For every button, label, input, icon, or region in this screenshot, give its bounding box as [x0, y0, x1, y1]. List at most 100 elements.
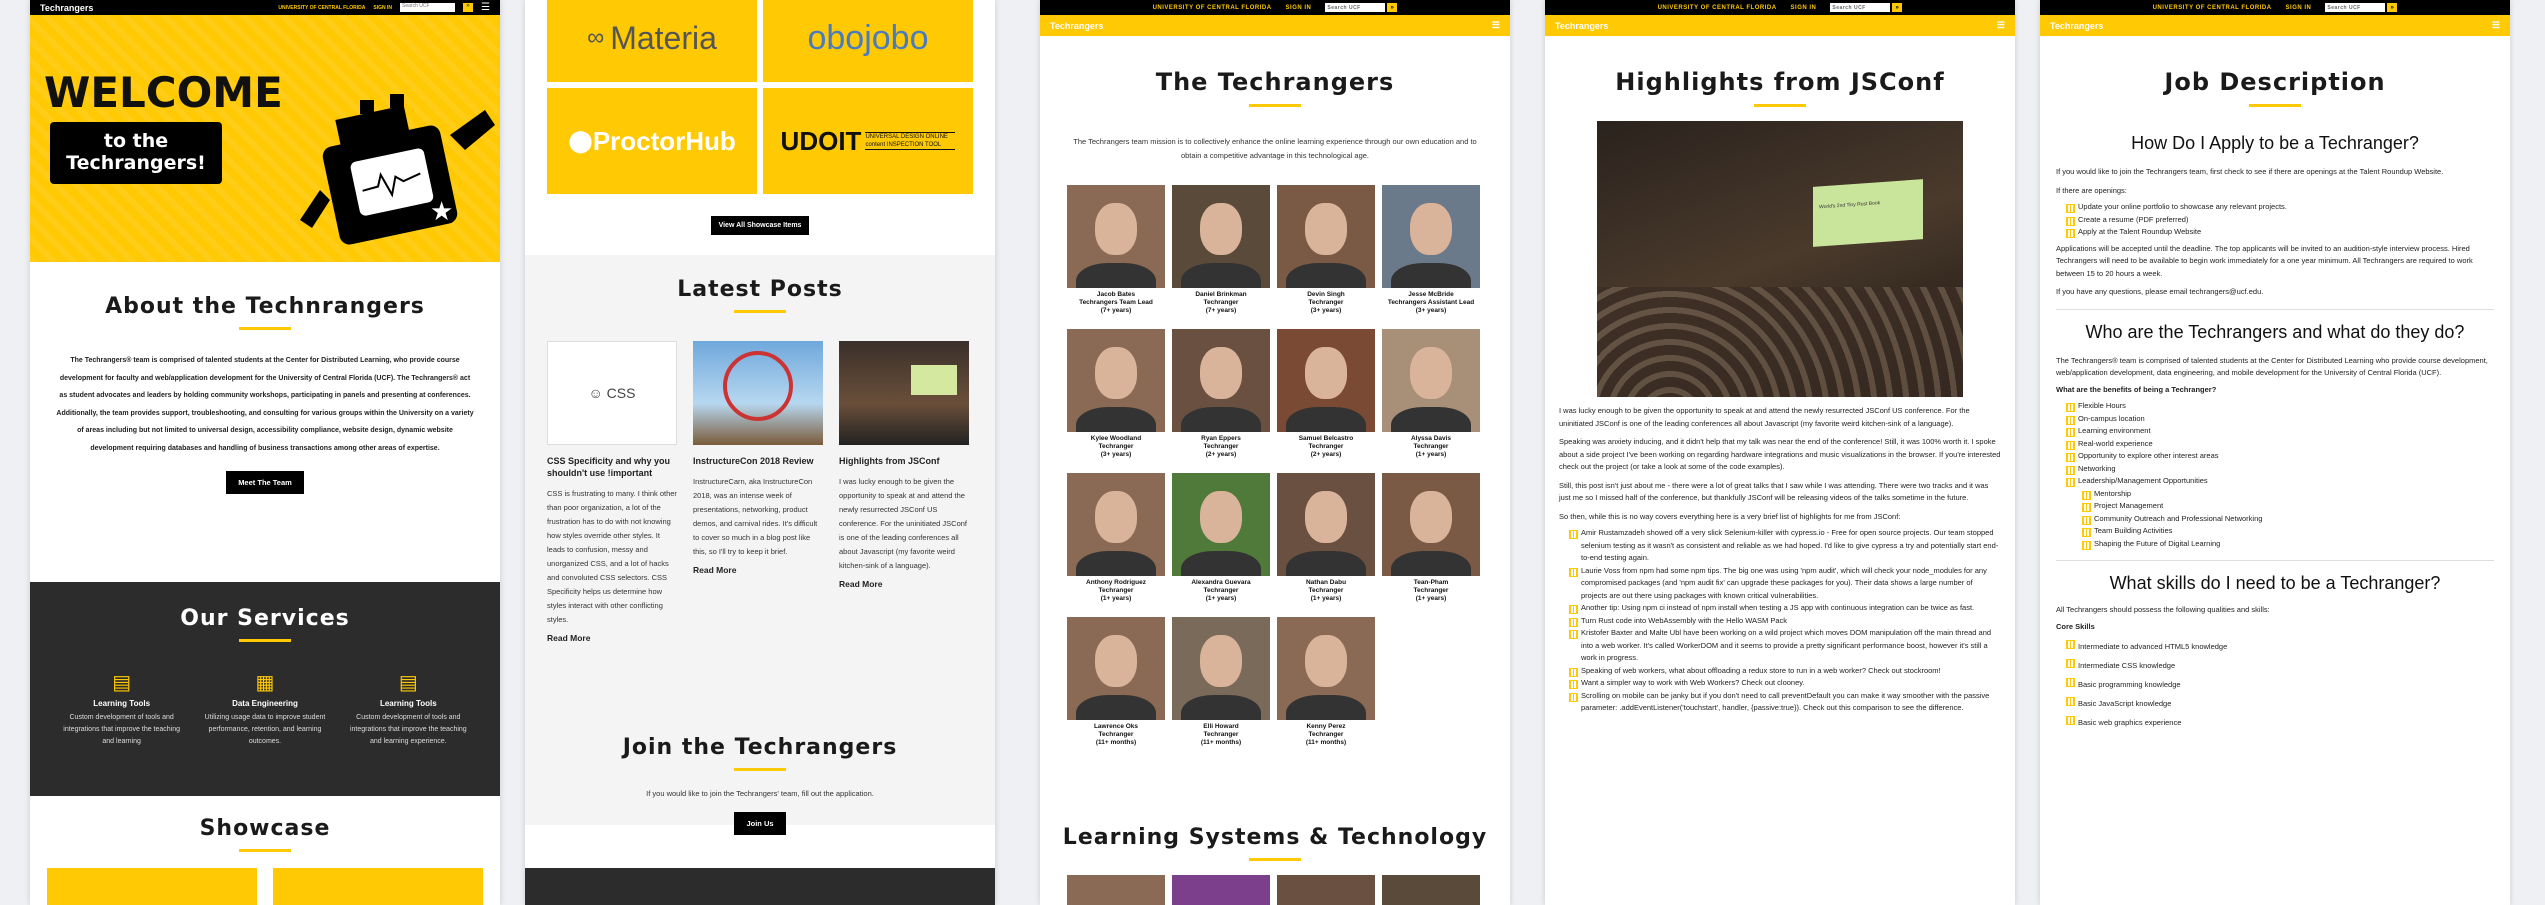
who-title: Who are the Techrangers and what do they… — [2085, 321, 2465, 342]
showcase-tile-obojobo[interactable]: obojobo — [763, 0, 973, 82]
post-title[interactable]: CSS Specificity and why you shouldn't us… — [547, 455, 677, 479]
read-more-link[interactable]: Read More — [547, 633, 677, 643]
skills-text: All Techrangers should possess the follo… — [2056, 605, 2270, 614]
search-input[interactable]: Search UCF — [400, 3, 456, 12]
sign-in-link[interactable]: SIGN IN — [1286, 5, 1312, 11]
openings-item: Create a resume (PDF preferred) — [2056, 214, 2494, 227]
team-member-card: Daniel Brinkman Techranger (7+ years) — [1172, 185, 1270, 315]
welcome-heading: WELCOME — [44, 68, 283, 117]
benefit-item: On-campus location — [2056, 413, 2494, 426]
search-button[interactable]: » — [463, 3, 474, 12]
ucf-logo[interactable]: UNIVERSITY OF CENTRAL FLORIDA — [1658, 5, 1777, 11]
team-member-photo — [1067, 473, 1165, 576]
team-member-role: Techranger — [1098, 731, 1134, 738]
team-member-card: Elli Howard Techranger (11+ months) — [1172, 617, 1270, 747]
openings-item[interactable]: Apply at the Talent Roundup Website — [2056, 226, 2494, 239]
title-underline — [1249, 104, 1301, 107]
sign-in-link[interactable]: SIGN IN — [373, 5, 392, 11]
sub-benefit-item: Community Outreach and Professional Netw… — [2072, 513, 2494, 526]
team-member-role: Techranger — [1413, 587, 1449, 594]
view-showcase-button[interactable]: View All Showcase Items — [710, 216, 810, 235]
core-skills-label: Core Skills — [2056, 621, 2095, 631]
team-member-role: Techranger — [1203, 731, 1239, 738]
join-title: Join the Techrangers — [622, 735, 898, 760]
search-input[interactable]: Search UCF — [1325, 3, 1386, 12]
post-card[interactable]: ☺ CSS CSS Specificity and why you should… — [547, 341, 677, 643]
title-underline — [1249, 858, 1301, 861]
search-input[interactable]: Search UCF — [2325, 3, 2386, 12]
site-name[interactable]: Techrangers — [1555, 21, 1608, 31]
service-card: ▤ Learning Tools Custom development of t… — [343, 670, 473, 748]
showcase-tile-proctorhub[interactable]: ⬤ ProctorHub — [547, 88, 757, 194]
showcase-tile[interactable] — [273, 868, 483, 905]
team-member-role: Techrangers Assistant Lead — [1387, 299, 1475, 306]
team-member-name: Nathan Dabu — [1305, 579, 1347, 586]
post-card[interactable]: InstructureCon 2018 Review InstructureCa… — [693, 341, 823, 643]
highlights-list: Amir Rustamzadeh showed off a very slick… — [1559, 527, 2001, 715]
search-button[interactable]: » — [2387, 3, 2398, 12]
team-member-years: (1+ years) — [1415, 595, 1447, 602]
questions-text: If you have any questions, please email … — [2056, 287, 2264, 296]
post-card[interactable]: Highlights from JSConf I was lucky enoug… — [839, 341, 969, 643]
team-member-role: Techranger — [1308, 731, 1344, 738]
team-member-name: Jacob Bates — [1096, 291, 1136, 298]
people-grid: Jacob Bates Techrangers Team Lead (7+ year… — [1040, 185, 1510, 747]
computer-icon: ▤ — [398, 672, 418, 694]
team-member-years: (2+ years) — [1310, 451, 1342, 458]
read-more-link[interactable]: Read More — [693, 565, 823, 575]
hamburger-icon[interactable]: ☰ — [2492, 20, 2500, 31]
search-button[interactable]: » — [1387, 3, 1398, 12]
join-us-button[interactable]: Join Us — [734, 812, 786, 835]
read-more-link[interactable]: Read More — [839, 579, 969, 589]
site-name[interactable]: Techrangers — [40, 3, 93, 13]
site-name[interactable]: Techrangers — [1050, 21, 1103, 31]
materia-logo-icon: ∞ — [587, 24, 605, 51]
benefit-item: Leadership/Management Opportunities — [2056, 475, 2494, 488]
team-member-years: (2+ years) — [1205, 451, 1237, 458]
team-title: The Techrangers — [1155, 68, 1395, 96]
openings-label: If there are openings: — [2056, 185, 2127, 195]
showcase-tile-materia[interactable]: ∞ Materia — [547, 0, 757, 82]
hamburger-icon[interactable]: ☰ — [1997, 20, 2005, 31]
system-tile[interactable] — [1172, 875, 1270, 905]
post-title[interactable]: Highlights from JSConf — [839, 455, 969, 467]
site-name[interactable]: Techrangers — [2050, 21, 2103, 31]
benefit-item: Learning environment — [2056, 425, 2494, 438]
panel-blog-post: UNIVERSITY OF CENTRAL FLORIDA SIGN IN Se… — [1545, 0, 2015, 905]
team-member-name: Lawrence Oks — [1093, 723, 1139, 730]
post-text: CSS is frustrating to many. I think othe… — [547, 489, 677, 624]
search-input[interactable]: Search UCF — [1830, 3, 1891, 12]
post-image: ☺ CSS — [547, 341, 677, 445]
hamburger-icon[interactable]: ☰ — [481, 2, 490, 13]
title-underline — [1754, 104, 1806, 107]
team-member-card: Anthony Rodriguez Techranger (1+ years) — [1067, 473, 1165, 603]
system-tile[interactable] — [1382, 875, 1480, 905]
search-button[interactable]: » — [1892, 3, 1903, 12]
benefit-item: Real-world experience — [2056, 438, 2494, 451]
sign-in-link[interactable]: SIGN IN — [1791, 5, 1817, 11]
system-tile[interactable] — [1067, 875, 1165, 905]
data-icon: ▦ — [255, 672, 275, 694]
team-member-years: (1+ years) — [1205, 595, 1237, 602]
team-member-role: Techranger — [1098, 587, 1134, 594]
title-underline — [734, 768, 786, 771]
team-member-photo — [1277, 329, 1375, 432]
sign-in-link[interactable]: SIGN IN — [2286, 5, 2312, 11]
service-text: Utilizing usage data to improve student … — [204, 714, 326, 745]
ucf-logo[interactable]: UNIVERSITY OF CENTRAL FLORIDA — [2153, 5, 2272, 11]
computer-icon: ▤ — [112, 672, 132, 694]
welcome-box: to the Techrangers! — [50, 122, 222, 184]
hamburger-icon[interactable]: ☰ — [1492, 20, 1500, 31]
ucf-logo[interactable]: UNIVERSITY OF CENTRAL FLORIDA — [1153, 5, 1272, 11]
team-member-name: Elli Howard — [1203, 723, 1239, 730]
sub-benefit-item: Mentorship — [2072, 488, 2494, 501]
obojobo-logo-text: obojobo — [807, 18, 929, 57]
showcase-tile[interactable] — [47, 868, 257, 905]
system-tile[interactable] — [1277, 875, 1375, 905]
skills-title: What skills do I need to be a Techranger… — [2109, 573, 2441, 593]
ucf-logo[interactable]: UNIVERSITY OF CENTRAL FLORIDA — [278, 5, 365, 11]
team-member-card: Alexandra Guevara Techranger (1+ years) — [1172, 473, 1270, 603]
meet-team-button[interactable]: Meet The Team — [226, 471, 304, 494]
showcase-tile-udoit[interactable]: UDOIT UNIVERSAL DESIGN ONLINE content IN… — [763, 88, 973, 194]
post-title[interactable]: InstructureCon 2018 Review — [693, 455, 823, 467]
